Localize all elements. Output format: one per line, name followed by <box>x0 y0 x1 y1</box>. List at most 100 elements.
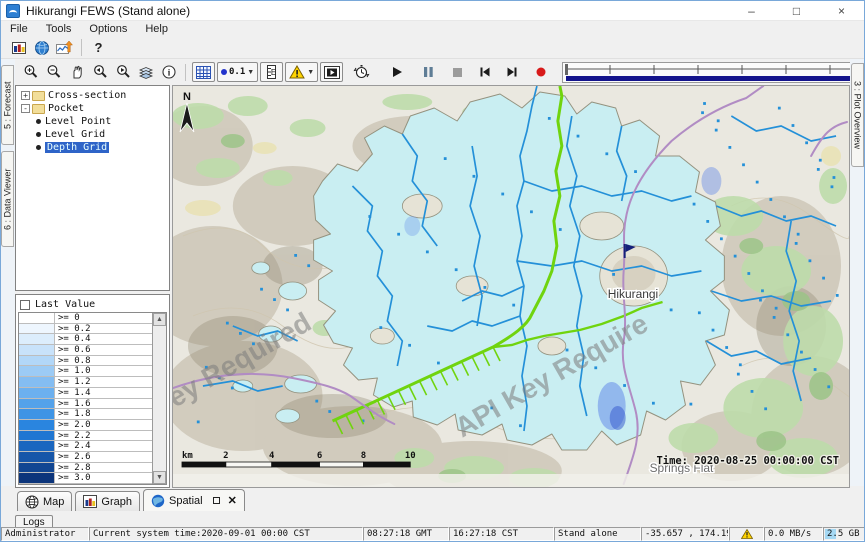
tree-item-depth-grid[interactable]: Depth Grid <box>17 141 168 154</box>
tree-expander-icon[interactable]: - <box>21 104 30 113</box>
legend-row[interactable]: >= 1.0 <box>19 366 152 377</box>
zoom-next-button[interactable] <box>111 62 134 82</box>
stopwatch-icon <box>353 64 370 80</box>
zoom-next-icon <box>115 64 131 80</box>
tab-map-label: Map <box>43 496 64 508</box>
status-coordinates: -35.657 , 174.199 <box>641 527 729 541</box>
time-slider[interactable] <box>562 62 865 83</box>
status-bar: Administrator Current system time:2020-0… <box>1 527 864 541</box>
legend-value-label: >= 2.8 <box>55 463 152 473</box>
map-display-button[interactable] <box>30 38 53 58</box>
map-view[interactable]: , <box>172 85 850 488</box>
bullet-icon <box>36 132 41 137</box>
left-tab-column: 5 : Forecast 6 : Data Viewer <box>1 59 15 486</box>
legend-row[interactable]: >= 0.6 <box>19 345 152 356</box>
animation-settings-button[interactable] <box>350 62 373 82</box>
application-window: Hikurangi FEWS (Stand alone) – □ × File … <box>0 0 865 542</box>
tab-plot-overview[interactable]: 3 : Plot Overview <box>851 63 864 167</box>
timeseries-button[interactable] <box>53 38 76 58</box>
app-icon <box>6 4 20 18</box>
toolbar-separator <box>185 64 186 81</box>
menu-help[interactable]: Help <box>136 23 177 35</box>
help-button[interactable]: ? <box>87 38 110 58</box>
tab-data-viewer[interactable]: 6 : Data Viewer <box>1 151 14 247</box>
pause-button[interactable] <box>417 62 440 82</box>
legend-color-swatch <box>19 388 55 398</box>
tab-map[interactable]: Map <box>17 491 72 511</box>
animation-window-button[interactable] <box>320 62 343 82</box>
explorer-button[interactable] <box>7 38 30 58</box>
left-panel: +Cross-section - PocketLevel PointLevel Gr… <box>15 85 170 488</box>
tree-item-level-grid[interactable]: Level Grid <box>17 128 168 141</box>
tab-spatial[interactable]: Spatial ✕ <box>143 489 245 511</box>
tree-item-pocket[interactable]: - Pocket <box>17 102 168 115</box>
maximize-button[interactable]: □ <box>774 1 819 20</box>
legend-row[interactable]: >= 1.2 <box>19 377 152 388</box>
tab-close-icon[interactable]: ✕ <box>228 494 237 507</box>
map-time-overlay: Time: 2020-08-25 00:00:00 CST <box>657 455 840 467</box>
close-button[interactable]: × <box>819 1 864 20</box>
window-title: Hikurangi FEWS (Stand alone) <box>26 4 190 18</box>
tree-item-cross-section[interactable]: +Cross-section <box>17 89 168 102</box>
warnings-dropdown[interactable]: ▼ <box>285 62 318 82</box>
legend-value-label: >= 0 <box>55 313 152 323</box>
classification-dropdown[interactable]: 0.1 ▼ <box>217 62 258 82</box>
legend-row[interactable]: >= 2.8 <box>19 463 152 474</box>
menu-options[interactable]: Options <box>80 23 136 35</box>
skip-end-icon <box>506 66 518 78</box>
menu-file[interactable]: File <box>1 23 37 35</box>
legend-row[interactable]: >= 0.8 <box>19 356 152 367</box>
grid-toggle-button[interactable] <box>192 62 215 82</box>
legend-color-swatch <box>19 463 55 473</box>
tree-expander-icon[interactable]: + <box>21 91 30 100</box>
tab-maximize-icon[interactable] <box>213 497 220 504</box>
status-memory: 2.5 GB <box>823 527 865 541</box>
record-button[interactable] <box>529 62 552 82</box>
skip-start-button[interactable] <box>473 62 496 82</box>
legend-row[interactable]: >= 1.4 <box>19 388 152 399</box>
title-bar: Hikurangi FEWS (Stand alone) – □ × <box>1 1 864 21</box>
last-value-checkbox[interactable] <box>20 300 30 310</box>
layers-button[interactable] <box>134 62 157 82</box>
minimize-button[interactable]: – <box>729 1 774 20</box>
legend-row[interactable]: >= 2.2 <box>19 431 152 442</box>
info-button[interactable]: i <box>157 62 180 82</box>
zoom-previous-button[interactable] <box>88 62 111 82</box>
legend-button[interactable]: E <box>260 62 283 82</box>
layers-icon <box>138 64 154 80</box>
legend-row[interactable]: >= 1.6 <box>19 399 152 410</box>
svg-text:km: km <box>182 451 193 461</box>
svg-text:6: 6 <box>317 451 322 461</box>
legend-row[interactable]: >= 1.8 <box>19 409 152 420</box>
status-warning[interactable] <box>729 527 764 541</box>
bar-chart-icon <box>11 40 27 56</box>
tab-graph[interactable]: Graph <box>75 491 140 511</box>
zoom-in-button[interactable] <box>19 62 42 82</box>
legend-color-swatch <box>19 473 55 483</box>
legend-row[interactable]: >= 0.4 <box>19 334 152 345</box>
scroll-up-icon[interactable]: ▲ <box>153 313 166 326</box>
skip-end-button[interactable] <box>500 62 523 82</box>
stop-button[interactable] <box>446 62 469 82</box>
legend-row[interactable]: >= 2.4 <box>19 441 152 452</box>
legend-row[interactable]: >= 2.6 <box>19 452 152 463</box>
legend-row[interactable]: >= 0 <box>19 313 152 324</box>
play-button[interactable] <box>385 62 408 82</box>
legend-scrollbar[interactable]: ▲ ▼ <box>152 313 166 484</box>
legend-row[interactable]: >= 2.0 <box>19 420 152 431</box>
pan-button[interactable] <box>65 62 88 82</box>
tab-forecast[interactable]: 5 : Forecast <box>1 65 14 145</box>
status-system-time: Current system time:2020-09-01 00:00 CST <box>89 527 363 541</box>
svg-text:E: E <box>271 68 276 77</box>
legend-row[interactable]: >= 3.0 <box>19 473 152 484</box>
classification-value: 0.1 <box>229 67 245 77</box>
zoom-out-button[interactable] <box>42 62 65 82</box>
legend-row[interactable]: >= 0.2 <box>19 324 152 335</box>
tree-item-level-point[interactable]: Level Point <box>17 115 168 128</box>
info-icon: i <box>161 64 177 80</box>
scroll-down-icon[interactable]: ▼ <box>153 471 166 484</box>
menu-tools[interactable]: Tools <box>37 23 81 35</box>
tree-item-label: Pocket <box>48 103 84 114</box>
legend-color-swatch <box>19 313 55 323</box>
chevron-down-icon: ▼ <box>307 69 314 76</box>
